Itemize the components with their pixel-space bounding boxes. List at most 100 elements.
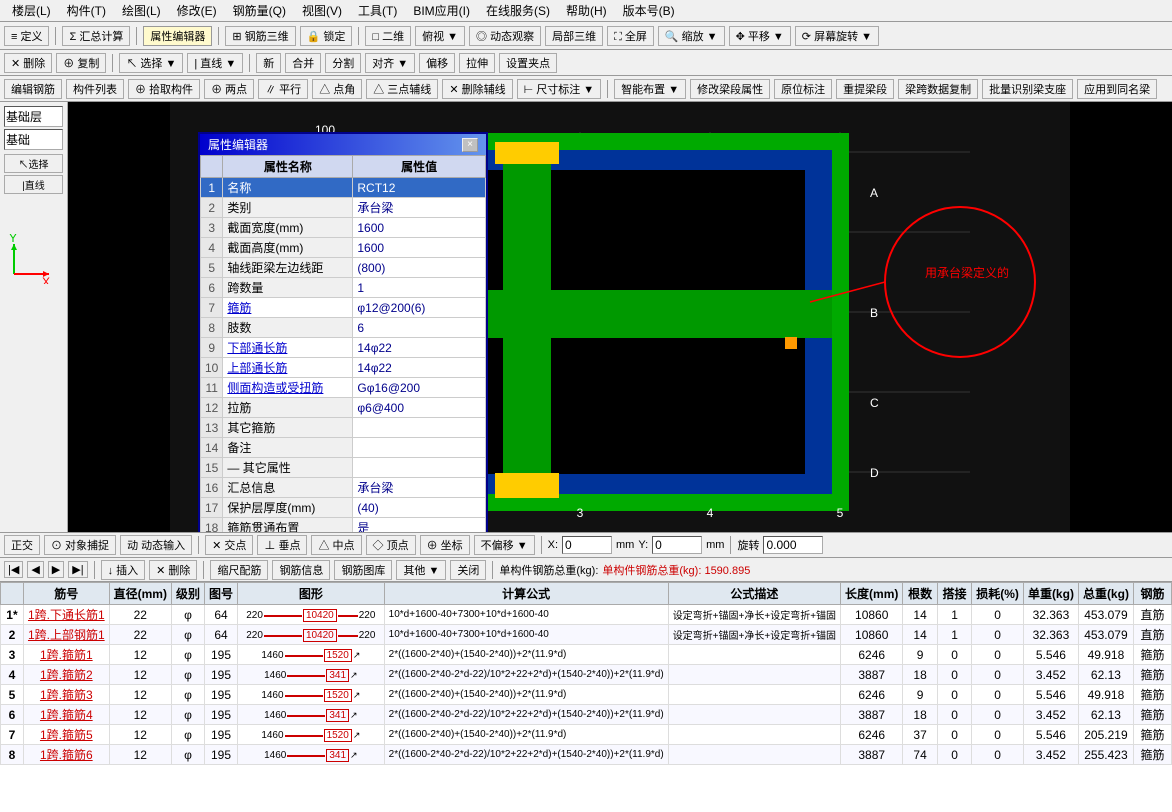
btn-new[interactable]: 新: [256, 53, 281, 73]
prop-row-value[interactable]: RCT12: [353, 178, 486, 198]
nav-prev[interactable]: ◀: [27, 561, 43, 578]
prop-row-value[interactable]: 是: [353, 518, 486, 533]
btn-orig-mark[interactable]: 原位标注: [774, 79, 832, 99]
tool-select[interactable]: ↖选择: [4, 154, 63, 173]
prop-row-name[interactable]: 箍筋: [223, 298, 353, 318]
btn-orbit[interactable]: ◎ 动态观察: [469, 26, 541, 46]
btn-split[interactable]: 分割: [325, 53, 361, 73]
btn-fullscreen[interactable]: ⛶ 全屏: [607, 26, 654, 46]
btn-re-beam[interactable]: 重提梁段: [836, 79, 894, 99]
btn-merge[interactable]: 合并: [285, 53, 321, 73]
menu-item-view[interactable]: 视图(V): [294, 0, 350, 21]
prop-row-value[interactable]: 1: [353, 278, 486, 298]
nav-next-next[interactable]: ▶|: [68, 561, 87, 578]
table-row[interactable]: 41跨.箍筋212φ195 1460 341 ↗ 2*((1600-2*40-2…: [1, 665, 1172, 685]
btn-rebar-lib[interactable]: 钢筋图库: [334, 560, 392, 580]
btn-select[interactable]: ↖ 选择 ▼: [119, 53, 183, 73]
prop-row-value[interactable]: 14φ22: [353, 338, 486, 358]
btn-apply-same[interactable]: 应用到同名梁: [1077, 79, 1157, 99]
menu-item-bim[interactable]: BIM应用(I): [405, 0, 478, 21]
btn-2d[interactable]: □ 二维: [365, 26, 411, 46]
x-input[interactable]: [562, 536, 612, 554]
prop-row-value[interactable]: (40): [353, 498, 486, 518]
prop-row-value[interactable]: 6: [353, 318, 486, 338]
prop-row-value[interactable]: [353, 418, 486, 438]
btn-close[interactable]: 关闭: [450, 560, 486, 580]
table-row[interactable]: 1*1跨.下通长筋122φ64 220 10420 220 10*d+1600-…: [1, 605, 1172, 625]
prop-row-value[interactable]: (800): [353, 258, 486, 278]
btn-rebar-info[interactable]: 钢筋信息: [272, 560, 330, 580]
btn-ortho[interactable]: 正交: [4, 535, 40, 555]
prop-row-value[interactable]: [353, 458, 486, 478]
btn-insert[interactable]: ↓ 插入: [101, 560, 146, 580]
btn-two-point[interactable]: ⊕ 两点: [204, 79, 254, 99]
btn-lock[interactable]: 🔒 锁定: [300, 26, 353, 46]
btn-pick[interactable]: ⊕ 拾取构件: [128, 79, 200, 99]
btn-other[interactable]: 其他 ▼: [396, 560, 446, 580]
btn-angle[interactable]: △ 点角: [312, 79, 362, 99]
layer-type-selector[interactable]: 基础: [4, 129, 63, 150]
btn-edit-rebar[interactable]: 编辑钢筋: [4, 79, 62, 99]
btn-3point[interactable]: △ 三点辅线: [366, 79, 438, 99]
btn-mid[interactable]: △ 中点: [311, 535, 361, 555]
btn-local3d[interactable]: 局部三维: [545, 26, 603, 46]
menu-item-help[interactable]: 帮助(H): [558, 0, 615, 21]
btn-pan[interactable]: ✥ 平移 ▼: [729, 26, 791, 46]
btn-del-row[interactable]: ✕ 删除: [149, 560, 197, 580]
layer-selector[interactable]: 基础层: [4, 106, 63, 127]
btn-copy-span[interactable]: 梁跨数据复制: [898, 79, 978, 99]
btn-delete[interactable]: ✕ 删除: [4, 53, 52, 73]
table-row[interactable]: 51跨.箍筋312φ195 1460 1520 ↗ 2*((1600-2*40)…: [1, 685, 1172, 705]
prop-row-name[interactable]: 侧面构造或受扭筋: [223, 378, 353, 398]
menu-item-draw[interactable]: 绘图(L): [114, 0, 169, 21]
btn-coord[interactable]: ⊕ 坐标: [420, 535, 470, 555]
property-dialog-close-button[interactable]: ×: [462, 138, 478, 152]
btn-parallel[interactable]: ∥ 平行: [258, 79, 308, 99]
btn-line[interactable]: | 直线 ▼: [187, 53, 243, 73]
btn-prop-editor[interactable]: 属性编辑器: [143, 26, 212, 46]
btn-copy[interactable]: ⊕ 复制: [56, 53, 106, 73]
table-row[interactable]: 71跨.箍筋512φ195 1460 1520 ↗ 2*((1600-2*40)…: [1, 725, 1172, 745]
prop-row-name[interactable]: 下部通长筋: [223, 338, 353, 358]
y-input[interactable]: [652, 536, 702, 554]
btn-no-offset[interactable]: 不偏移 ▼: [474, 535, 535, 555]
prop-row-value[interactable]: 14φ22: [353, 358, 486, 378]
prop-row-value[interactable]: 承台梁: [353, 198, 486, 218]
menu-item-layers[interactable]: 楼层(L): [4, 0, 59, 21]
prop-row-value[interactable]: [353, 438, 486, 458]
prop-row-value[interactable]: 1600: [353, 218, 486, 238]
btn-vertex[interactable]: ◇ 顶点: [366, 535, 416, 555]
menu-item-components[interactable]: 构件(T): [59, 0, 114, 21]
btn-define[interactable]: ≡ 定义: [4, 26, 49, 46]
btn-batch-id[interactable]: 批量识别梁支座: [982, 79, 1073, 99]
prop-row-value[interactable]: φ12@200(6): [353, 298, 486, 318]
prop-row-name[interactable]: 上部通长筋: [223, 358, 353, 378]
nav-prev-prev[interactable]: |◀: [4, 561, 23, 578]
table-row[interactable]: 31跨.箍筋112φ195 1460 1520 ↗ 2*((1600-2*40)…: [1, 645, 1172, 665]
menu-item-tools[interactable]: 工具(T): [350, 0, 405, 21]
menu-item-online[interactable]: 在线服务(S): [478, 0, 558, 21]
table-row[interactable]: 61跨.箍筋412φ195 1460 341 ↗ 2*((1600-2*40-2…: [1, 705, 1172, 725]
btn-dimension[interactable]: ⊢ 尺寸标注 ▼: [517, 79, 602, 99]
prop-row-value[interactable]: Gφ16@200: [353, 378, 486, 398]
nav-next[interactable]: ▶: [48, 561, 64, 578]
prop-row-value[interactable]: φ6@400: [353, 398, 486, 418]
rotate-input[interactable]: [763, 536, 823, 554]
btn-rotate-view[interactable]: ⟳ 屏幕旋转 ▼: [795, 26, 879, 46]
prop-row-value[interactable]: 承台梁: [353, 478, 486, 498]
btn-comp-list[interactable]: 构件列表: [66, 79, 124, 99]
btn-mod-seg[interactable]: 修改梁段属性: [690, 79, 770, 99]
btn-rebar3d[interactable]: ⊞ 钢筋三维: [225, 26, 295, 46]
prop-row-value[interactable]: 1600: [353, 238, 486, 258]
menu-item-rebar[interactable]: 钢筋量(Q): [225, 0, 294, 21]
table-row[interactable]: 81跨.箍筋612φ195 1460 341 ↗ 2*((1600-2*40-2…: [1, 745, 1172, 765]
btn-zoom[interactable]: 🔍 缩放 ▼: [658, 26, 725, 46]
btn-scale-rebar[interactable]: 缩尺配筋: [210, 560, 268, 580]
btn-snap[interactable]: ⊙ 对象捕捉: [44, 535, 116, 555]
tool-line[interactable]: |直线: [4, 175, 63, 194]
btn-align[interactable]: 对齐 ▼: [365, 53, 415, 73]
btn-grip[interactable]: 设置夹点: [499, 53, 557, 73]
table-row[interactable]: 21跨.上部钢筋122φ64 220 10420 220 10*d+1600-4…: [1, 625, 1172, 645]
btn-stretch[interactable]: 拉伸: [459, 53, 495, 73]
btn-offset[interactable]: 偏移: [419, 53, 455, 73]
